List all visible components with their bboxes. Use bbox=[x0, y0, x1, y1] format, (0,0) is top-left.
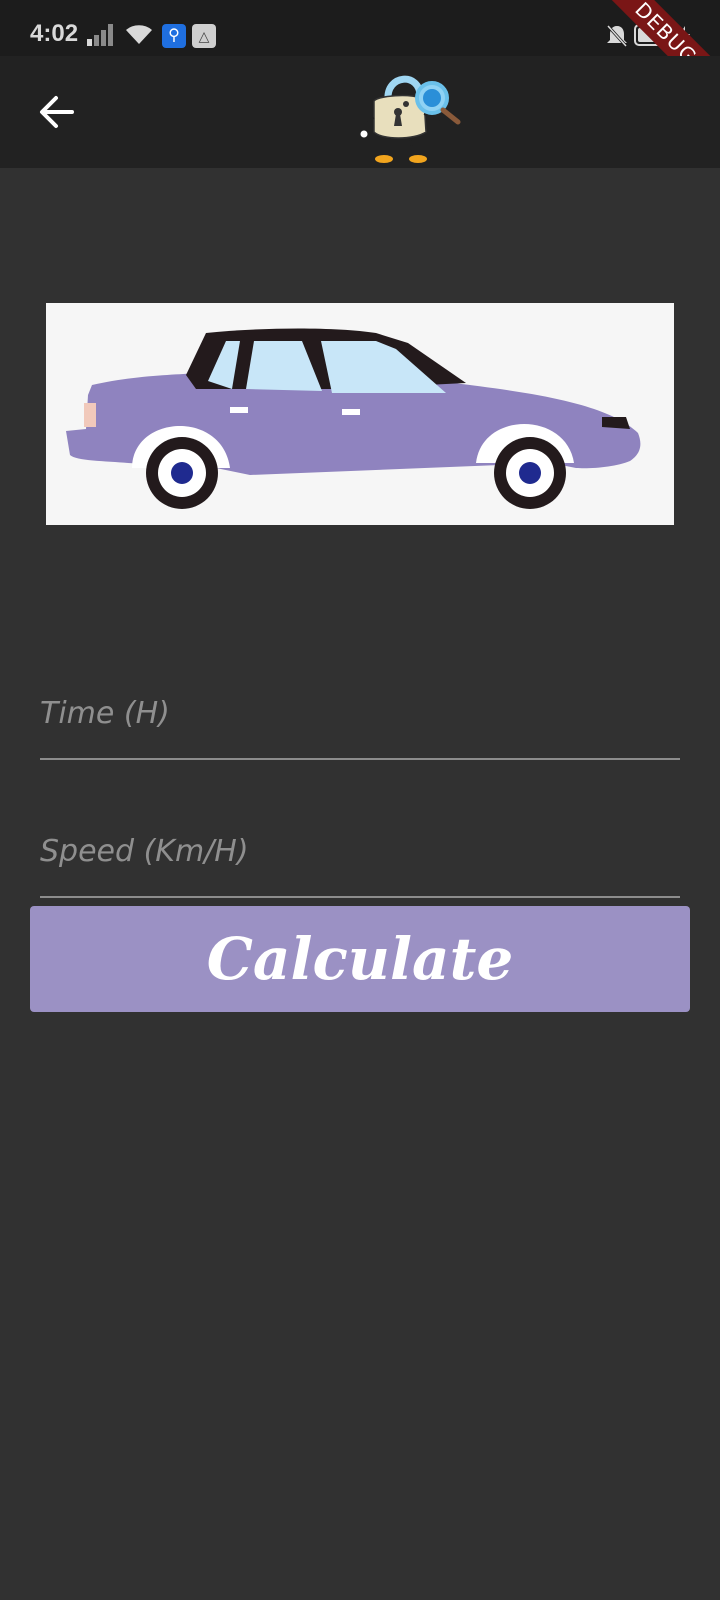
silent-icon bbox=[606, 24, 628, 48]
speed-field bbox=[40, 798, 680, 898]
arrow-back-icon bbox=[40, 96, 74, 128]
time-field bbox=[40, 660, 680, 760]
wifi-icon bbox=[126, 25, 152, 44]
status-time: 4:02 bbox=[30, 20, 79, 47]
signal-icon bbox=[87, 24, 113, 46]
calculate-button[interactable]: Calculate bbox=[30, 906, 690, 1012]
app-bar bbox=[0, 56, 720, 168]
detective-lock-logo bbox=[360, 75, 461, 163]
status-bar: 4:02 ⚲ △ bbox=[0, 0, 720, 56]
app-notification-icon: △ bbox=[192, 24, 216, 48]
car-illustration bbox=[66, 328, 641, 509]
back-button[interactable] bbox=[30, 86, 82, 138]
usb-icon: ⚲ bbox=[162, 24, 186, 48]
car-image bbox=[46, 303, 674, 525]
time-input[interactable] bbox=[40, 688, 680, 738]
speed-input[interactable] bbox=[40, 826, 680, 876]
